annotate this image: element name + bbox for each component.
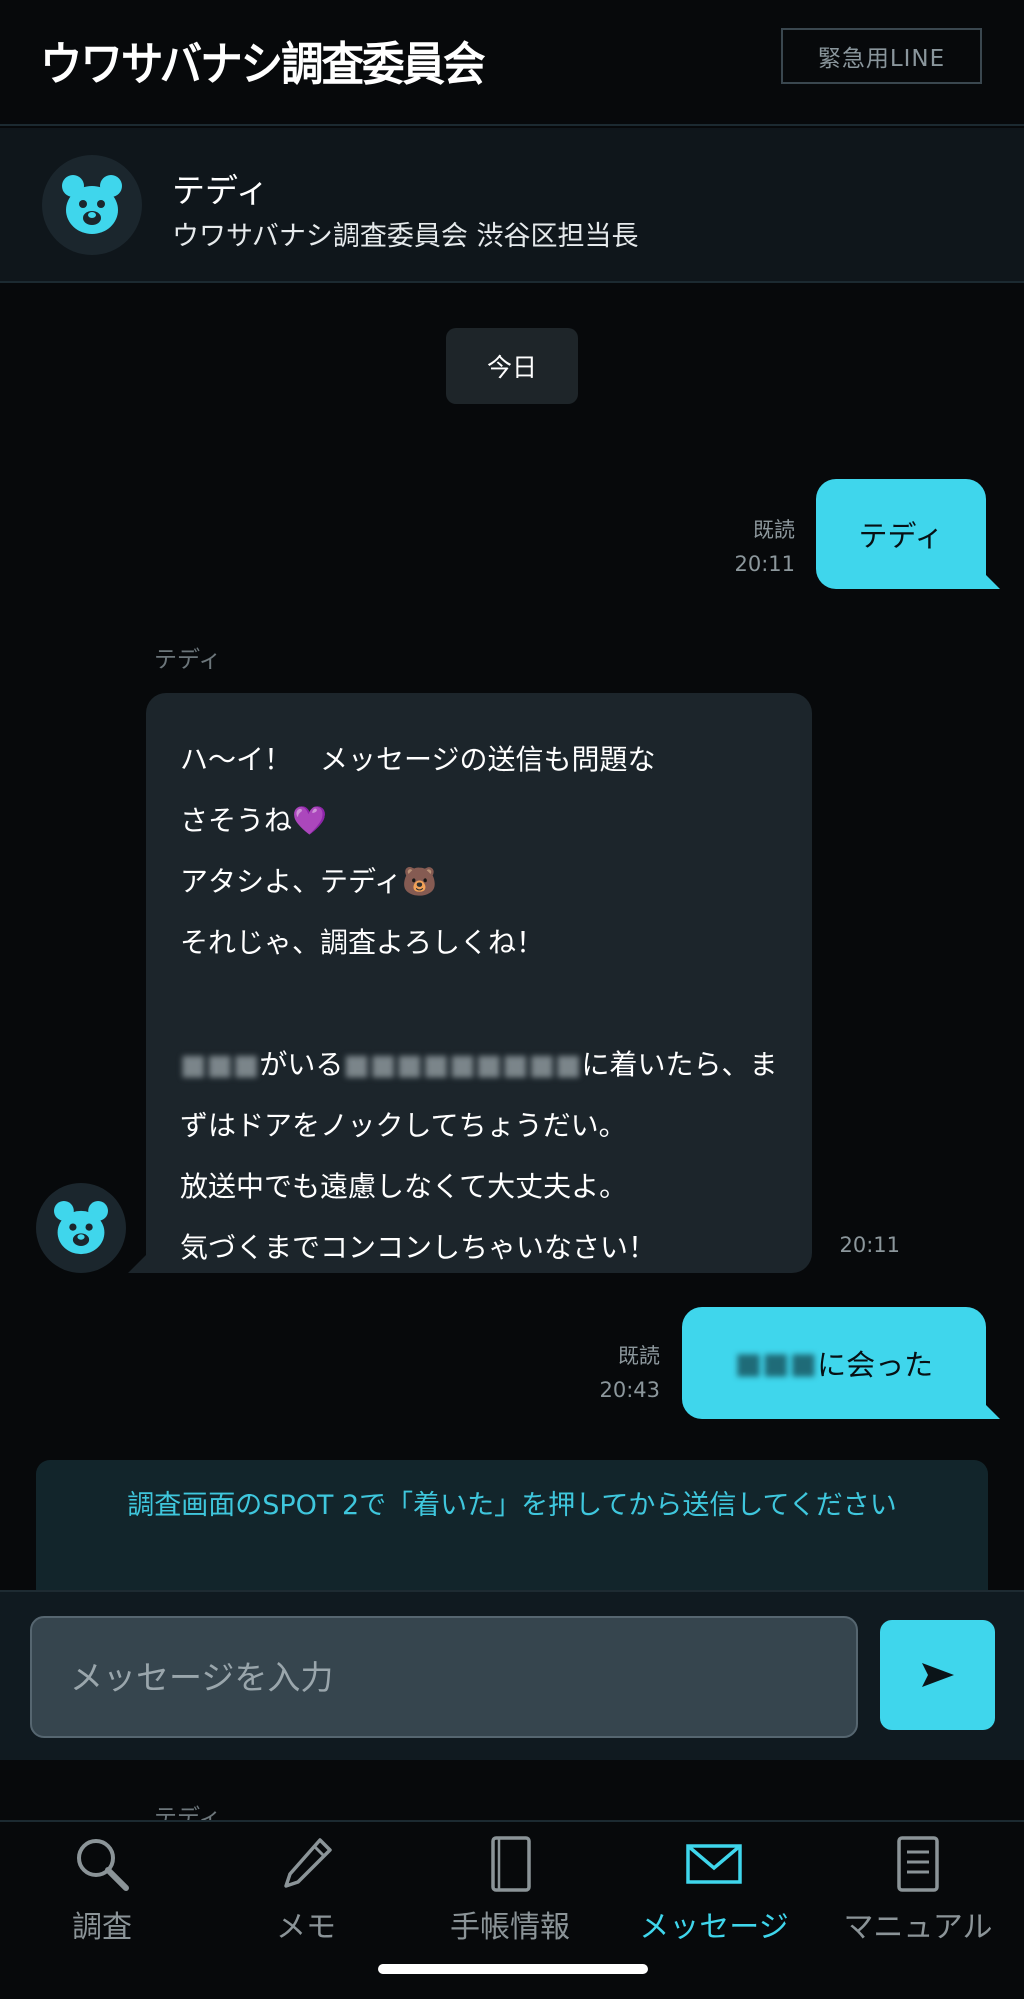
- message-line: アタシよ、テディ🐻: [180, 865, 437, 898]
- message-time: 20:11: [839, 1233, 900, 1257]
- message-time: 20:43: [599, 1378, 660, 1402]
- date-separator: 今日: [446, 328, 578, 404]
- message-line: 放送中でも遠慮しなくて大丈夫よ。: [180, 1170, 628, 1203]
- message-line: 気づくまでコンコンしちゃいなさい！: [180, 1231, 657, 1264]
- outgoing-message[interactable]: ■■■ に会った: [682, 1307, 1000, 1419]
- message-fragment: に着いたら、ま: [581, 1048, 778, 1081]
- magnifier-icon: [77, 1839, 129, 1891]
- message-fragment: がいる: [259, 1048, 344, 1081]
- message-line: ずはドアをノックしてちょうだい。: [180, 1109, 627, 1142]
- tab-investigation[interactable]: 調査: [0, 1822, 204, 1962]
- tab-label: マニュアル: [843, 1910, 993, 1945]
- notebook-icon: [491, 1836, 531, 1892]
- sender-name: テディ: [154, 1805, 222, 1822]
- contact-role: ウワサバナシ調査委員会 渋谷区担当長: [172, 221, 639, 252]
- read-receipt: 既読: [618, 1344, 660, 1368]
- redacted-text: ■■■: [734, 1346, 818, 1380]
- tab-memo[interactable]: メモ: [204, 1822, 408, 1962]
- message-line: さそうね💜: [180, 804, 327, 837]
- message-text: に会った: [817, 1348, 934, 1382]
- outgoing-message[interactable]: テディ: [816, 479, 1000, 589]
- app-screen: ウワサバナシ調査委員会 緊急用LINE テディ ウワサバナシ調査委員会 渋谷区担…: [0, 0, 1024, 1999]
- envelope-icon: [686, 1844, 742, 1884]
- message-line-blank: [180, 973, 778, 1034]
- manual-list-icon: [897, 1836, 939, 1892]
- contact-avatar: [42, 155, 142, 255]
- read-receipt: 既読: [753, 518, 795, 542]
- app-logo: ウワサバナシ調査委員会: [40, 37, 485, 91]
- message-text: テディ: [858, 519, 944, 553]
- message-composer: [0, 1590, 1024, 1760]
- top-bar: ウワサバナシ調査委員会 緊急用LINE: [0, 0, 1024, 126]
- tab-label: メッセージ: [639, 1910, 789, 1945]
- incoming-message[interactable]: ハ〜イ！ メッセージの送信も問題な さそうね💜 アタシよ、テディ🐻 それじゃ、調…: [128, 693, 812, 1273]
- tab-manual[interactable]: マニュアル: [816, 1822, 1020, 1962]
- bear-icon: [62, 175, 122, 234]
- tab-label: メモ: [276, 1910, 336, 1945]
- sender-avatar: [36, 1183, 126, 1273]
- redacted-text: ■■■■■■■■■: [343, 1048, 582, 1081]
- message-line: それじゃ、調査よろしくね！: [180, 926, 545, 959]
- message-line: ■■■がいる■■■■■■■■■に着いたら、ま: [180, 1034, 778, 1095]
- home-indicator[interactable]: [378, 1964, 648, 1974]
- pen-icon: [284, 1838, 332, 1888]
- contact-name: テディ: [172, 171, 269, 210]
- send-button[interactable]: [880, 1620, 995, 1730]
- message-time: 20:11: [734, 552, 795, 576]
- tab-label: 手帳情報: [450, 1910, 570, 1945]
- redacted-text: ■■■: [180, 1048, 260, 1081]
- send-notice: 調査画面のSPOT 2で「着いた」を押してから送信してください: [36, 1460, 988, 1592]
- tab-notebook-info[interactable]: 手帳情報: [408, 1822, 612, 1962]
- contact-header: テディ ウワサバナシ調査委員会 渋谷区担当長: [0, 128, 1024, 283]
- chat-history[interactable]: 今日 既読 20:11 テディ テディ ハ〜イ！ メッセージの送信も問題な さそ…: [0, 285, 1024, 1592]
- tab-label: 調査: [72, 1910, 132, 1945]
- message-line: ハ〜イ！ メッセージの送信も問題な: [180, 743, 656, 776]
- tab-messages[interactable]: メッセージ: [612, 1822, 816, 1962]
- emergency-line-button[interactable]: 緊急用LINE: [781, 28, 982, 84]
- sender-name: テディ: [154, 647, 222, 673]
- chat-history-overflow: テディ: [0, 1762, 1024, 1822]
- bear-icon: [54, 1201, 108, 1255]
- message-input[interactable]: [30, 1616, 858, 1738]
- send-arrow-icon: [921, 1663, 954, 1687]
